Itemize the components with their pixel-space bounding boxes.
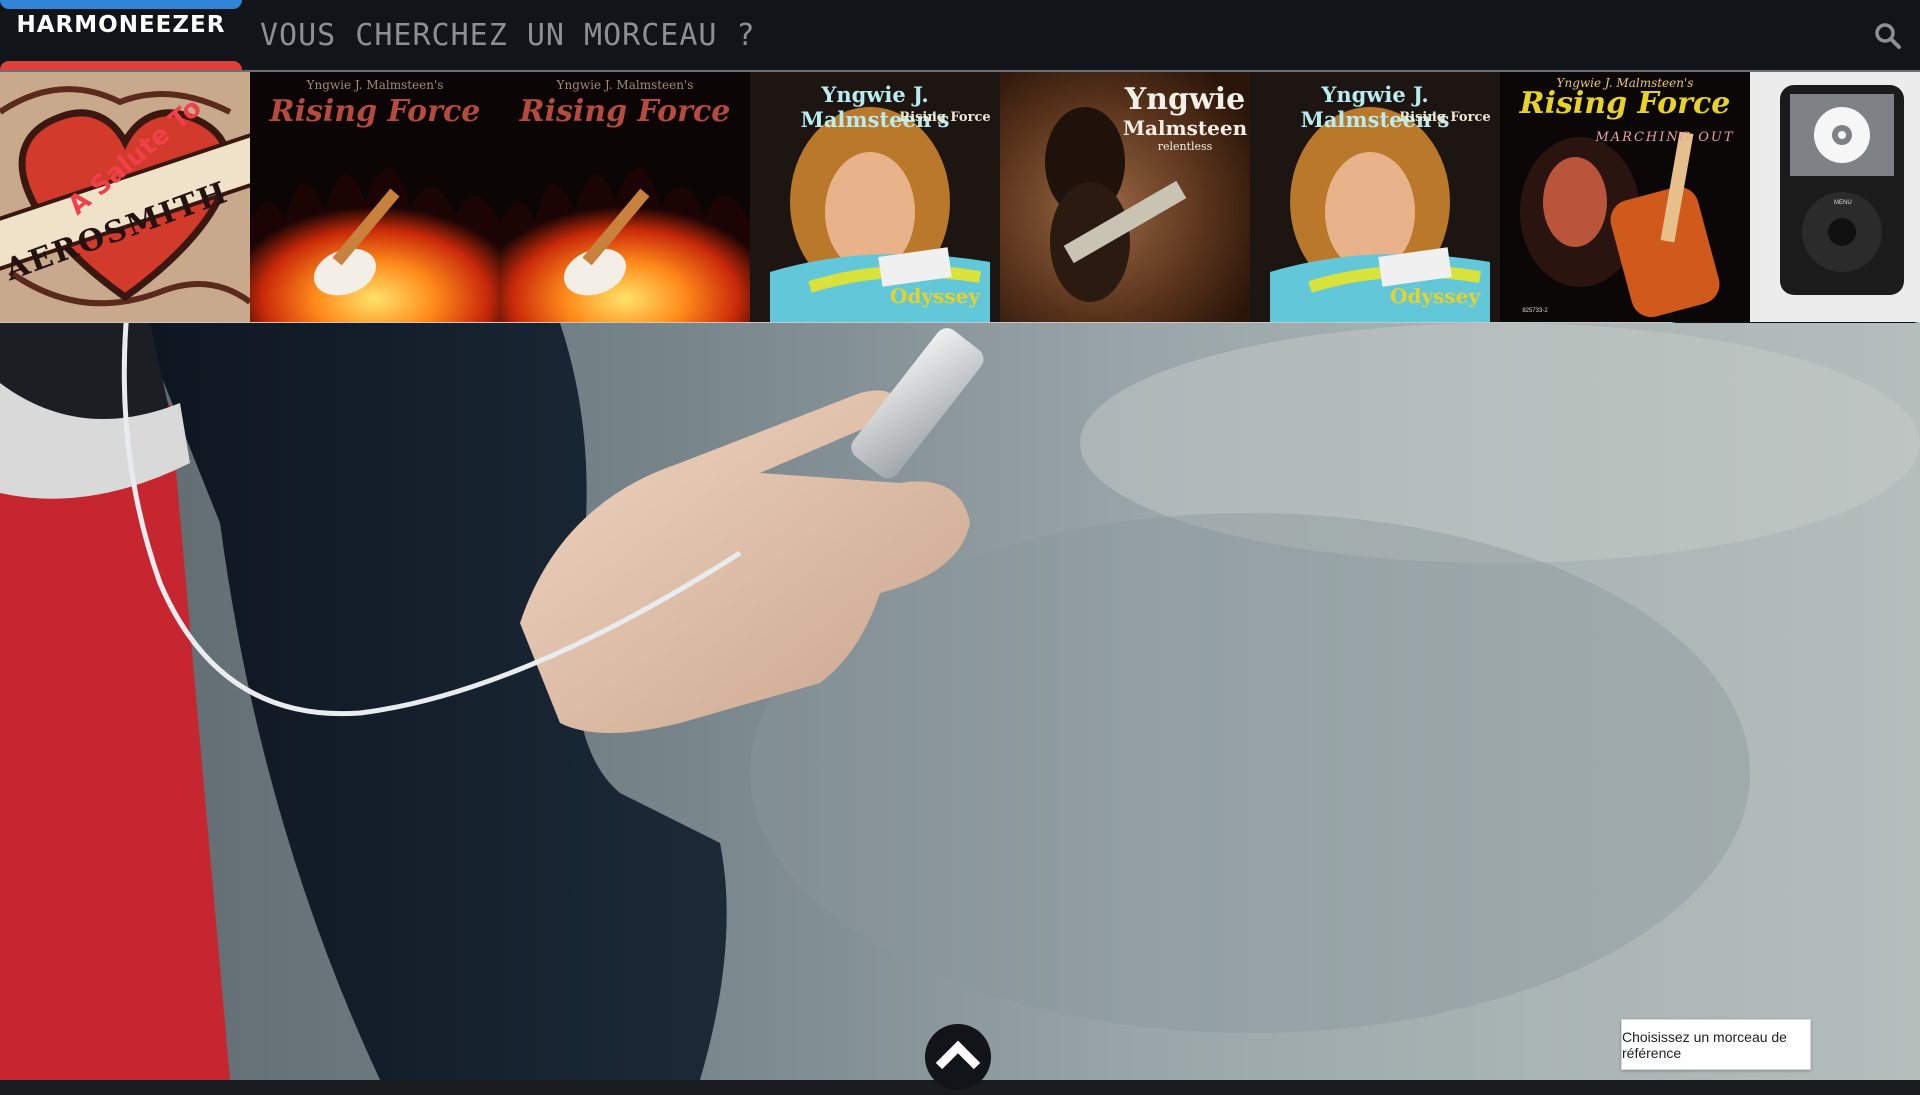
search-prompt[interactable]: VOUS CHERCHEZ UN MORCEAU ?: [260, 18, 756, 53]
album-line2: Rising Force: [1519, 86, 1731, 121]
album-cover-relentless[interactable]: Yngwie Malmsteen relentless: [1000, 72, 1250, 322]
chevron-up-icon: [935, 1040, 981, 1070]
album-catalog: 825733-2: [1522, 308, 1548, 314]
brand-name: HARMONEEZER: [16, 12, 226, 38]
album-carousel: A Salute To AEROSMITH Yngwie J. Malmstee…: [0, 72, 1920, 323]
scroll-up-button[interactable]: [925, 1024, 991, 1090]
album-line3: relentless: [1157, 140, 1213, 153]
album-line2: Rising Force: [269, 94, 481, 129]
album-line2: Rising Force: [899, 110, 991, 125]
top-header: HARMONEEZER VOUS CHERCHEZ UN MORCEAU ?: [0, 0, 1920, 72]
logo-top-accent: [0, 0, 242, 9]
album-cover-rising-force-1[interactable]: Yngwie J. Malmsteen's Rising Force: [250, 72, 500, 322]
album-line1: Yngwie J. Malmsteen's: [556, 78, 694, 92]
album-cover-marching-out[interactable]: Yngwie J. Malmsteen's Rising Force MARCH…: [1500, 72, 1750, 322]
search-icon[interactable]: [1874, 22, 1902, 50]
album-cover-placeholder[interactable]: MENU: [1750, 72, 1920, 322]
album-line1: Yngwie: [1124, 82, 1246, 117]
album-line2: Rising Force: [1399, 110, 1491, 125]
album-cover-odyssey-2[interactable]: Yngwie J. Malmsteen's Rising Force Odyss…: [1250, 72, 1500, 322]
logo-bottom-accent: [0, 61, 242, 70]
hero-background: [0, 323, 1920, 1080]
album-cover-aerosmith[interactable]: A Salute To AEROSMITH: [0, 72, 250, 322]
hero-photo: [0, 323, 1920, 1080]
album-line3: Odyssey: [1390, 284, 1480, 308]
album-line2: Malmsteen: [1122, 116, 1248, 140]
ipod-menu-label: MENU: [1834, 200, 1852, 206]
album-line3: Odyssey: [890, 284, 980, 308]
album-cover-rising-force-2[interactable]: Yngwie J. Malmsteen's Rising Force: [500, 72, 750, 322]
album-line1: Yngwie J. Malmsteen's: [306, 78, 444, 92]
logo[interactable]: HARMONEEZER: [0, 0, 242, 70]
choose-reference-button[interactable]: Choisissez un morceau de référence: [1621, 1019, 1811, 1070]
album-line3: MARCHING OUT: [1595, 130, 1735, 145]
album-line2: Rising Force: [519, 94, 731, 129]
album-cover-odyssey-1[interactable]: Yngwie J. Malmsteen's Rising Force Odyss…: [750, 72, 1000, 322]
